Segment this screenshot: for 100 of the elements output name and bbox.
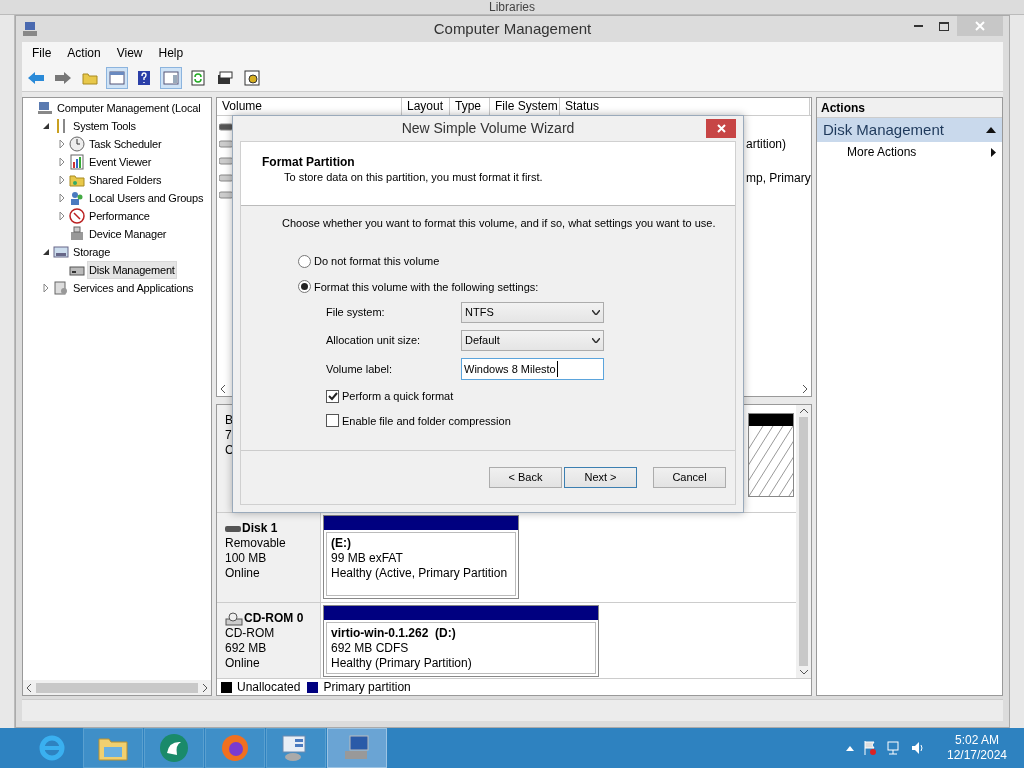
- event-log-icon: [69, 154, 85, 170]
- speaker-icon[interactable]: [910, 740, 926, 756]
- swirl-logo-icon: [159, 733, 189, 763]
- disk-info: Online: [225, 656, 260, 671]
- tree-item[interactable]: Local Users and Groups: [87, 189, 206, 207]
- taskbar-button[interactable]: [205, 728, 265, 768]
- menu-item[interactable]: File: [24, 44, 60, 62]
- partition-title: (E:): [331, 536, 351, 551]
- dialog-title: New Simple Volume Wizard: [401, 119, 575, 138]
- legend-label: Primary partition: [323, 679, 411, 696]
- field-label: Allocation unit size:: [326, 333, 422, 349]
- text-field[interactable]: Windows 8 Milesto: [461, 358, 604, 380]
- forward-arrow-icon: [54, 70, 72, 85]
- back-arrow-icon: [27, 70, 45, 85]
- properties-icon: [217, 70, 233, 85]
- tree-item[interactable]: Disk Management: [87, 261, 177, 279]
- collapse-arrow-icon[interactable]: [986, 127, 996, 133]
- scroll-thumb[interactable]: [36, 682, 198, 693]
- collapsed-arrow-icon[interactable]: [58, 212, 66, 220]
- gauge-icon: [69, 208, 85, 224]
- scroll-up-icon[interactable]: [799, 408, 808, 414]
- tree-item[interactable]: Storage: [71, 243, 113, 261]
- flag-icon[interactable]: [862, 740, 878, 756]
- submenu-arrow-icon: [991, 147, 996, 157]
- network-icon[interactable]: [886, 740, 902, 756]
- menu-item[interactable]: View: [108, 44, 151, 62]
- partition-color-bar: [749, 414, 793, 426]
- expanded-arrow-icon[interactable]: [42, 122, 50, 130]
- volume-icon: [219, 139, 233, 148]
- disk-name: CD-ROM 0: [244, 611, 304, 626]
- partition-info: 99 MB exFAT: [331, 551, 403, 566]
- partition-info: Healthy (Primary Partition): [331, 656, 472, 671]
- dialog-button[interactable]: Cancel: [653, 467, 726, 488]
- taskbar-button[interactable]: [327, 728, 387, 768]
- vertical-scrollbar[interactable]: [796, 405, 811, 678]
- tree-item[interactable]: Services and Applications: [71, 279, 196, 297]
- taskbar-button[interactable]: [83, 728, 143, 768]
- window-icon: [109, 70, 125, 85]
- computer-management-icon: [342, 734, 372, 762]
- radio-button[interactable]: [298, 280, 311, 294]
- close-icon: [716, 124, 726, 133]
- menu-item[interactable]: Help: [150, 44, 192, 62]
- radio-option[interactable]: Format this volume with the following settings:: [298, 278, 539, 295]
- show-hidden-icons-icon[interactable]: [846, 745, 854, 751]
- volume-icon: [219, 156, 233, 165]
- partition-block[interactable]: virtio-win-0.1.262 (D:) 692 MB CDFS Healthy (Primary Partition): [323, 605, 599, 677]
- dialog-button[interactable]: Next >: [564, 467, 637, 488]
- menu-item[interactable]: Action: [59, 44, 109, 62]
- tree-item[interactable]: Performance: [87, 207, 152, 225]
- unallocated-partition[interactable]: [748, 413, 794, 497]
- taskbar-button[interactable]: [266, 728, 326, 768]
- page-subheading: To store data on this partition, you must format it first.: [283, 170, 543, 185]
- radio-option[interactable]: Do not format this volume: [298, 253, 440, 270]
- expanded-arrow-icon[interactable]: [42, 248, 50, 256]
- scroll-right-icon[interactable]: [202, 683, 208, 692]
- radio-button[interactable]: [298, 254, 311, 268]
- partition-info: 692 MB CDFS: [331, 641, 409, 656]
- settings-icon: [244, 69, 260, 86]
- window-title: Libraries: [489, 0, 535, 14]
- partition-title: virtio-win-0.1.262 (D:): [331, 626, 456, 641]
- checkbox-option[interactable]: Perform a quick format: [326, 388, 454, 405]
- field-label: Volume label:: [326, 361, 394, 377]
- tree-item[interactable]: Computer Management (Local: [55, 99, 203, 117]
- table-cell-text: mp, Primary: [746, 169, 811, 187]
- action-link[interactable]: More Actions: [817, 142, 1002, 162]
- services-icon: [53, 280, 69, 296]
- storage-icon: [53, 244, 69, 260]
- dialog-button[interactable]: < Back: [489, 467, 562, 488]
- disk-info: 7: [225, 428, 232, 443]
- tree-item[interactable]: Task Scheduler: [87, 135, 164, 153]
- panel-icon: [163, 70, 179, 85]
- dropdown[interactable]: Default: [461, 330, 604, 351]
- collapsed-arrow-icon[interactable]: [42, 284, 50, 292]
- checkbox[interactable]: [326, 389, 339, 403]
- checkbox-option[interactable]: Enable file and folder compression: [326, 412, 511, 429]
- horizontal-scrollbar[interactable]: [23, 680, 211, 695]
- folder-icon: [82, 70, 98, 85]
- users-icon: [69, 190, 85, 206]
- scroll-left-icon[interactable]: [26, 683, 32, 692]
- collapsed-arrow-icon[interactable]: [58, 194, 66, 202]
- checkbox[interactable]: [326, 414, 339, 428]
- tree-item[interactable]: System Tools: [71, 117, 138, 135]
- collapsed-arrow-icon[interactable]: [58, 140, 66, 148]
- scroll-down-icon[interactable]: [799, 669, 808, 675]
- scroll-thumb[interactable]: [799, 417, 808, 666]
- clock[interactable]: 5:02 AM 12/17/2024: [944, 733, 1010, 763]
- collapsed-arrow-icon[interactable]: [58, 176, 66, 184]
- window-title: Computer Management: [433, 18, 592, 39]
- tree-item[interactable]: Device Manager: [87, 225, 169, 243]
- taskbar-button[interactable]: [144, 728, 204, 768]
- partition-block[interactable]: (E:) 99 MB exFAT Healthy (Active, Primary Partition: [323, 515, 519, 599]
- dropdown[interactable]: NTFS: [461, 302, 604, 323]
- tree-item[interactable]: Event Viewer: [87, 153, 154, 171]
- actions-section-header[interactable]: Disk Management: [817, 118, 1002, 142]
- tree-item[interactable]: Shared Folders: [87, 171, 164, 189]
- scroll-left-icon[interactable]: [220, 384, 226, 393]
- partition-info: Healthy (Active, Primary Partition: [331, 566, 508, 581]
- close-button[interactable]: [706, 119, 736, 138]
- collapsed-arrow-icon[interactable]: [58, 158, 66, 166]
- scroll-right-icon[interactable]: [802, 384, 808, 393]
